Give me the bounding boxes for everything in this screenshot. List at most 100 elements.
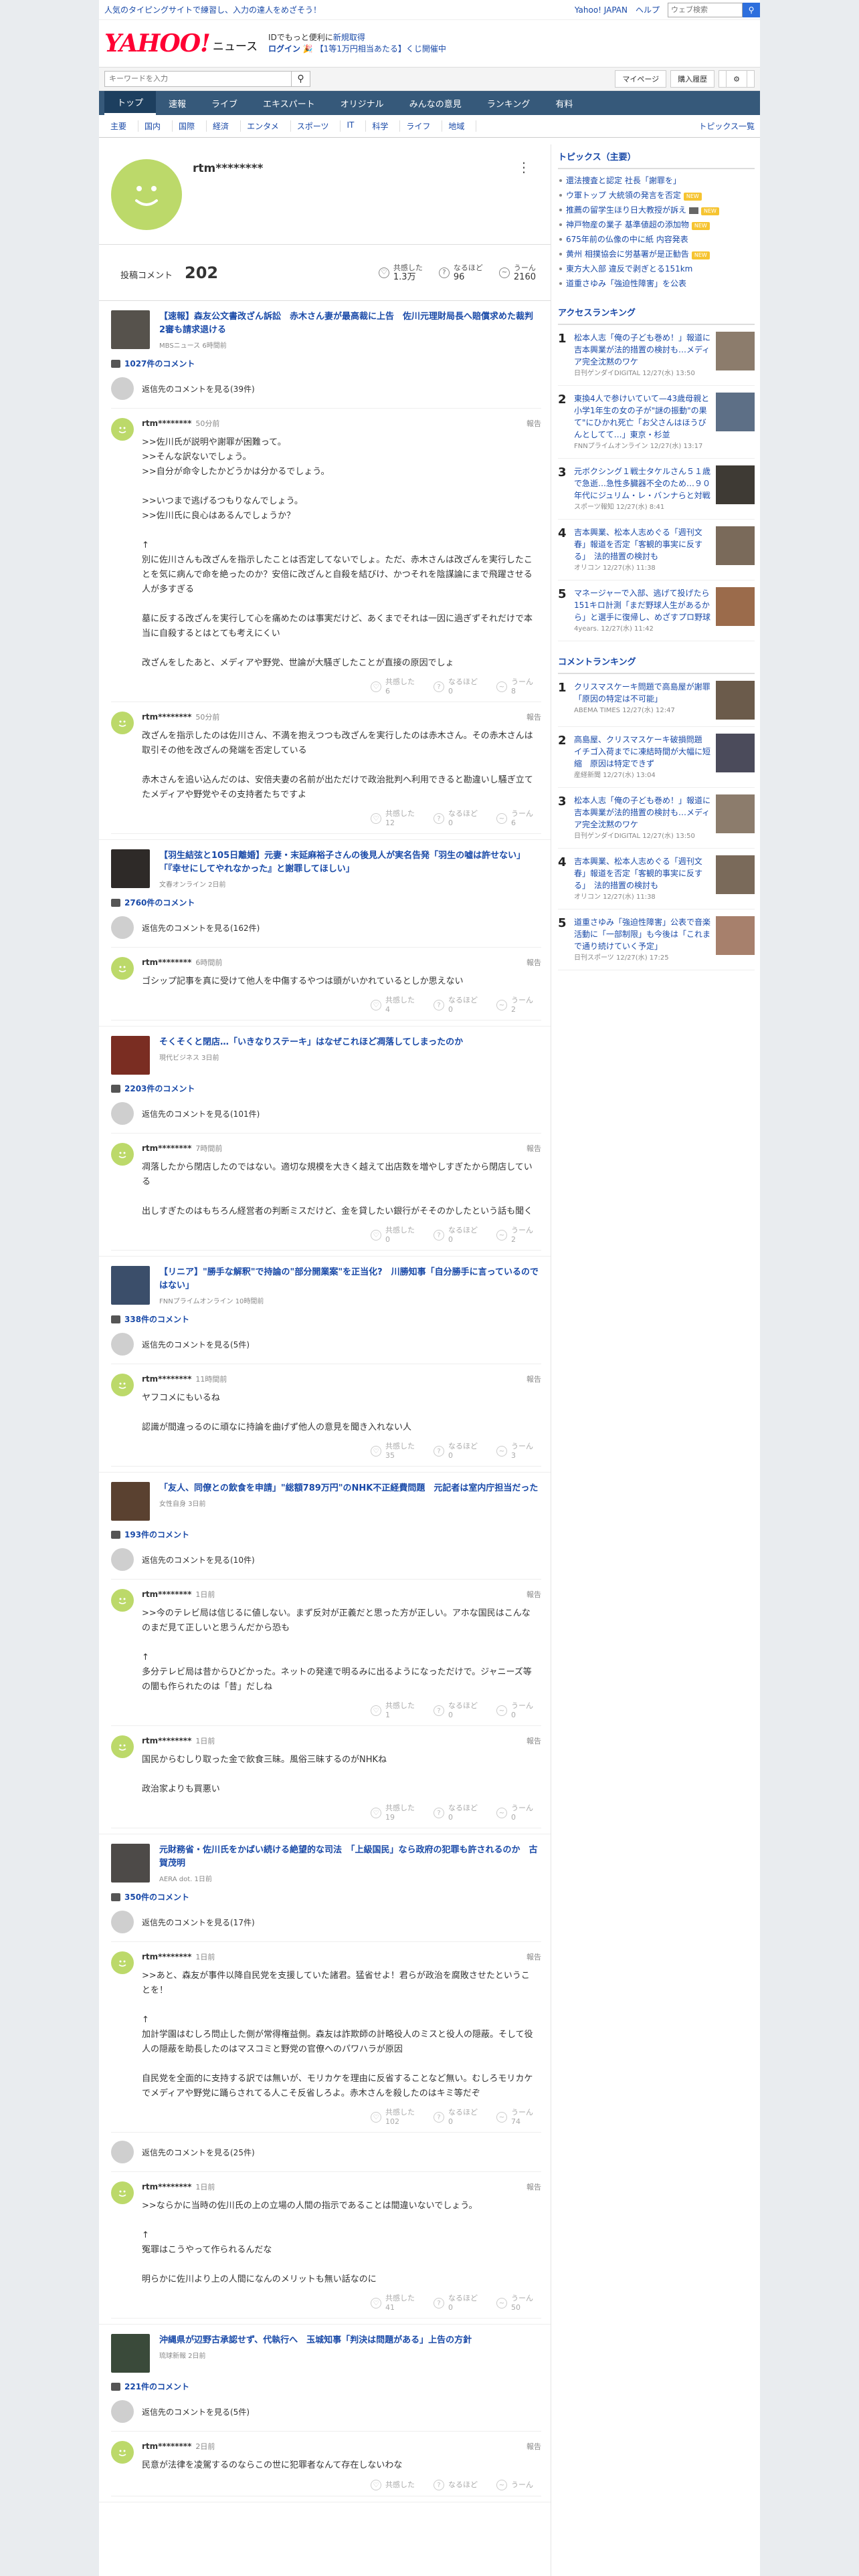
comment-user[interactable]: rtm******** — [142, 2442, 191, 2451]
article-title[interactable]: 【リニア】"勝手な解釈"で持論の"部分開業案"を正当化? 川勝知事「自分勝手に言… — [159, 1267, 539, 1291]
help-link[interactable]: ヘルプ — [636, 4, 660, 15]
article-thumbnail[interactable] — [111, 1036, 150, 1075]
article-thumbnail[interactable] — [111, 1482, 150, 1521]
category-nav-item[interactable]: ライフ — [400, 120, 443, 132]
report-link[interactable]: 報告 — [527, 1589, 541, 1600]
ranking-item[interactable]: 2 東換4人で参けいていて—43歳母親と小学1年生の女の子が"謎の振動"の果て"に… — [558, 386, 755, 459]
ranking-title[interactable]: 吉本興業、松本人志めぐる「週刊文春」報道を否定「客観的事実に反する」 法的措置の… — [574, 528, 702, 561]
report-link[interactable]: 報告 — [527, 1143, 541, 1154]
ranking-item[interactable]: 4 吉本興業、松本人志めぐる「週刊文春」報道を否定「客観的事実に反する」 法的措置… — [558, 520, 755, 580]
hmm-button[interactable]: ? なるほど 0 — [434, 677, 478, 696]
article-title[interactable]: 元財務省・佐川氏をかばい続ける絶望的な司法 「上級国民」なら政府の犯罪も許される… — [159, 1845, 538, 1868]
article-comment-count[interactable]: 1027件のコメント — [111, 358, 541, 369]
well-button[interactable]: ~ うーん 2 — [496, 996, 533, 1014]
keyword-search-button[interactable]: ⚲ — [292, 71, 310, 87]
well-button[interactable]: ~ うーん 0 — [496, 1804, 533, 1822]
category-nav-item[interactable]: 科学 — [366, 120, 401, 132]
ranking-title[interactable]: 吉本興業、松本人志めぐる「週刊文春」報道を否定「客観的事実に反する」 法的措置の… — [574, 857, 702, 890]
topic-item[interactable]: 黄州 相撲協会に労基署が是正勧告 NEW — [558, 247, 755, 261]
agree-button[interactable]: ♡ 共感した 1 — [371, 1701, 415, 1720]
well-button[interactable]: ~ うーん 2 — [496, 1226, 533, 1245]
report-link[interactable]: 報告 — [527, 1951, 541, 1962]
agree-button[interactable]: ♡ 共感した 0 — [371, 1226, 415, 1245]
agree-button[interactable]: ♡ 共感した 12 — [371, 809, 415, 828]
comment-user[interactable]: rtm******** — [142, 419, 191, 428]
web-search-input[interactable] — [668, 2, 743, 17]
ranking-title[interactable]: 東換4人で参けいていて—43歳母親と小学1年生の女の子が"謎の振動"の果て"にひ… — [574, 394, 709, 439]
view-parent-comment[interactable]: 返信先のコメントを見る(10件) — [111, 1540, 541, 1580]
ranking-title[interactable]: 元ボクシング１戦士タケルさん５１歳で急逝…急性多臓器不全のため…９０年代にジュリ… — [574, 467, 710, 500]
article-comment-count[interactable]: 221件のコメント — [111, 2381, 541, 2392]
campaign-link[interactable]: 【1等1万円相当あたる】くじ開催中 — [316, 44, 446, 53]
global-nav-item[interactable]: 有料 — [543, 91, 585, 115]
comment-user[interactable]: rtm******** — [142, 712, 191, 722]
article-comment-count[interactable]: 338件のコメント — [111, 1313, 541, 1325]
report-link[interactable]: 報告 — [527, 712, 541, 722]
keyword-search-input[interactable] — [104, 71, 292, 87]
hmm-button[interactable]: ? なるほど — [434, 2480, 478, 2490]
topic-item[interactable]: 推薦の留学生ほり日大教授が訴え NEW — [558, 203, 755, 217]
article-comment-count[interactable]: 350件のコメント — [111, 1891, 541, 1903]
topic-item[interactable]: 神戸物産の業子 基準値超の添加物 NEW — [558, 217, 755, 232]
article-comment-count[interactable]: 2760件のコメント — [111, 897, 541, 908]
category-nav-item[interactable]: スポーツ — [291, 120, 341, 132]
topic-item[interactable]: 675年前の仏像の中に紙 内容発表 — [558, 232, 755, 247]
register-link[interactable]: 新規取得 — [333, 33, 365, 42]
view-parent-comment[interactable]: 返信先のコメントを見る(5件) — [111, 1325, 541, 1364]
view-parent-comment[interactable]: 返信先のコメントを見る(162件) — [111, 908, 541, 948]
comment-user[interactable]: rtm******** — [142, 1590, 191, 1599]
hmm-button[interactable]: ? なるほど 0 — [434, 2108, 478, 2127]
comment-user[interactable]: rtm******** — [142, 1736, 191, 1745]
mypage-button[interactable]: マイページ — [615, 70, 667, 88]
ranking-item[interactable]: 1 クリスマスケーキ問題で高島屋が謝罪「原因の特定は不可能」 ABEMA TIMES… — [558, 674, 755, 727]
report-link[interactable]: 報告 — [527, 2441, 541, 2452]
yahoo-news-logo[interactable]: YAHOO! ニュース — [104, 29, 258, 58]
view-parent-comment[interactable]: 返信先のコメントを見る(101件) — [111, 1094, 541, 1134]
agree-button[interactable]: ♡ 共感した 35 — [371, 1442, 415, 1461]
hmm-button[interactable]: ? なるほど 0 — [434, 1442, 478, 1461]
global-nav-item[interactable]: ランキング — [474, 91, 543, 115]
report-link[interactable]: 報告 — [527, 418, 541, 429]
agree-button[interactable]: ♡ 共感した — [371, 2480, 415, 2490]
yahoo-japan-link[interactable]: Yahoo! JAPAN — [575, 5, 628, 15]
article-title[interactable]: 【速報】森友公文書改ざん訴訟 赤木さん妻が最高裁に上告 佐川元理財局長へ賠償求め… — [159, 312, 542, 335]
ranking-item[interactable]: 1 松本人志「俺の子ども巻め！」報道に吉本興業が法的措置の検討も…メディア完全沈黙… — [558, 325, 755, 386]
ranking-item[interactable]: 5 道重さゆみ「強迫性障害」公表で音楽活動に「一部制限」も今後は「これまで通り続け… — [558, 909, 755, 970]
article-title[interactable]: 【羽生結弦と105日離婚】元妻・末延麻裕子さんの後見人が実名告発「羽生の嘘は許せ… — [159, 851, 525, 874]
agree-button[interactable]: ♡ 共感した 6 — [371, 677, 415, 696]
comment-user[interactable]: rtm******** — [142, 1952, 191, 1961]
agree-button[interactable]: ♡ 共感した 102 — [371, 2108, 415, 2127]
global-nav-item[interactable]: エキスパート — [250, 91, 328, 115]
global-nav-item[interactable]: オリジナル — [328, 91, 397, 115]
ranking-title[interactable]: 松本人志「俺の子ども巻め！」報道に吉本興業が法的措置の検討も…メディア完全沈黙の… — [574, 333, 710, 366]
ranking-item[interactable]: 5 マネージャーで入部、逃げて投げたら151キロ計測「まだ野球人生があるから」と選… — [558, 580, 755, 641]
hmm-button[interactable]: ? なるほど 0 — [434, 1701, 478, 1720]
global-nav-item[interactable]: ライブ — [199, 91, 250, 115]
settings-button[interactable]: ⚙ — [719, 70, 755, 88]
article-thumbnail[interactable] — [111, 849, 150, 888]
hmm-button[interactable]: ? なるほど 0 — [434, 2294, 478, 2313]
well-button[interactable]: ~ うーん 6 — [496, 809, 533, 828]
ranking-title[interactable]: マネージャーで入部、逃げて投げたら151キロ計測「まだ野球人生があるから」と選手… — [574, 588, 710, 622]
ranking-title[interactable]: 松本人志「俺の子ども巻め！」報道に吉本興業が法的措置の検討も…メディア完全沈黙の… — [574, 796, 710, 829]
article-thumbnail[interactable] — [111, 1266, 150, 1305]
topic-item[interactable]: ウ軍トップ 大統領の発言を否定 NEW — [558, 188, 755, 203]
agree-button[interactable]: ♡ 共感した 41 — [371, 2294, 415, 2313]
ranking-title[interactable]: 道重さゆみ「強迫性障害」公表で音楽活動に「一部制限」も今後は「これまで通り続けて… — [574, 918, 710, 951]
report-link[interactable]: 報告 — [527, 1374, 541, 1384]
agree-button[interactable]: ♡ 共感した 19 — [371, 1804, 415, 1822]
article-title[interactable]: そくそくと閉店…「いきなりステーキ」はなぜこれほど凋落してしまったのか — [159, 1037, 463, 1047]
category-nav-item[interactable]: 地域 — [442, 120, 477, 132]
article-comment-count[interactable]: 2203件のコメント — [111, 1083, 541, 1094]
report-link[interactable]: 報告 — [527, 1735, 541, 1746]
ranking-item[interactable]: 4 吉本興業、松本人志めぐる「週刊文春」報道を否定「客観的事実に反する」 法的措置… — [558, 849, 755, 909]
category-nav-item[interactable]: 経済 — [207, 120, 242, 132]
category-nav-item[interactable]: IT — [341, 120, 367, 132]
agree-button[interactable]: ♡ 共感した 4 — [371, 996, 415, 1014]
category-nav-item[interactable]: 国際 — [173, 120, 207, 132]
article-thumbnail[interactable] — [111, 1844, 150, 1883]
category-nav-item[interactable]: 主要 — [104, 120, 139, 132]
article-comment-count[interactable]: 193件のコメント — [111, 1529, 541, 1540]
article-thumbnail[interactable] — [111, 310, 150, 349]
ranking-item[interactable]: 3 元ボクシング１戦士タケルさん５１歳で急逝…急性多臓器不全のため…９０年代にジュ… — [558, 459, 755, 520]
